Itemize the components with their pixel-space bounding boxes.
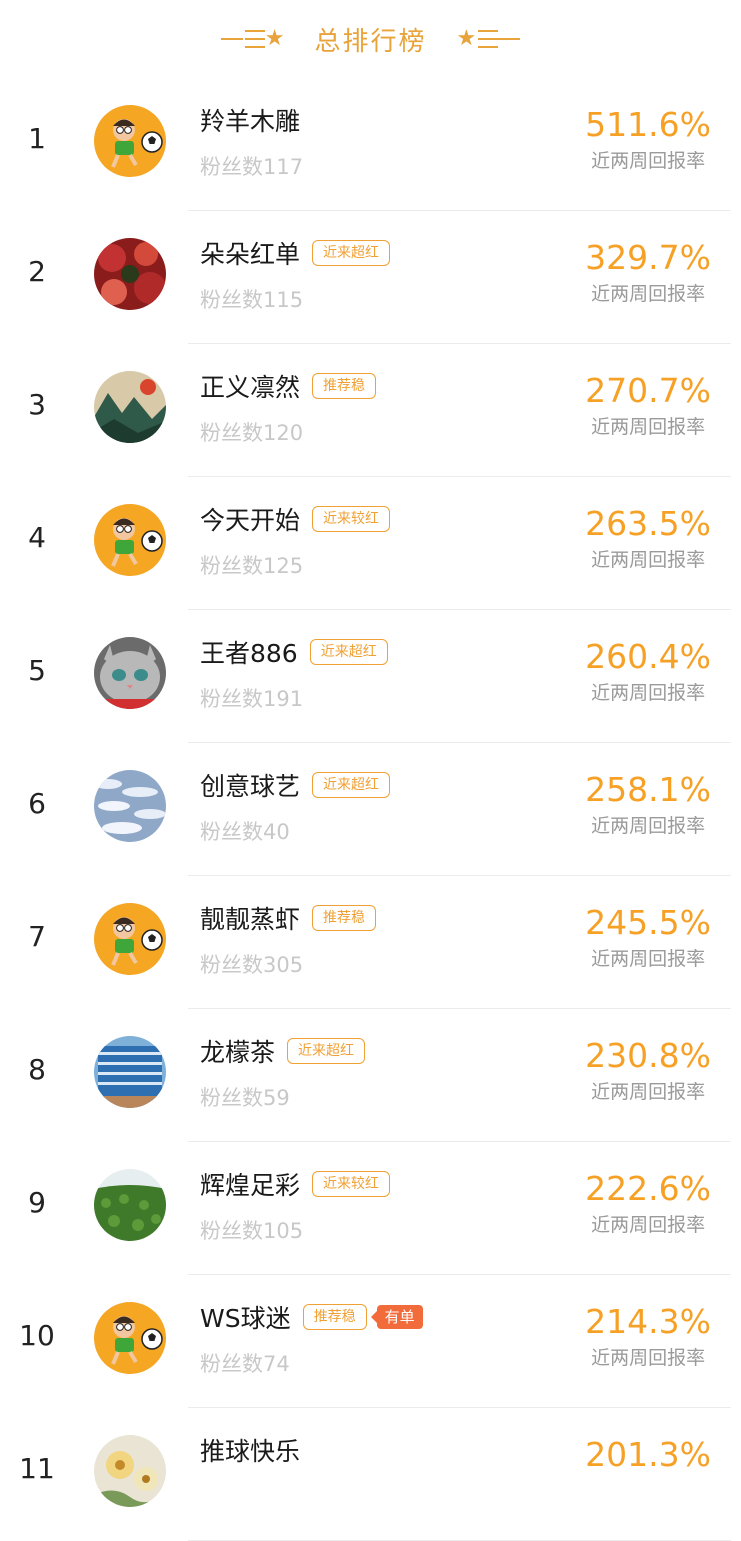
return-rate-label: 近两周回报率 [591, 283, 706, 305]
rank-number: 7 [28, 920, 46, 953]
ranking-row[interactable]: 4 今天开始 近来较红 粉丝数125 263.5% 近两周回报率 [0, 477, 741, 610]
rank-number: 1 [28, 122, 46, 155]
ranking-row[interactable]: 8 龙檬茶 近来超红 粉丝数59 230.8% 近两周回报率 [0, 1009, 741, 1142]
fans-count: 粉丝数125 [200, 554, 304, 578]
return-rate-label: 近两周回报率 [591, 150, 706, 172]
return-rate-value: 222.6% [585, 1169, 711, 1208]
ranking-row[interactable]: 1 羚羊木雕 粉丝数117 511.6% 近两周回报率 [0, 78, 741, 211]
status-tag: 近来超红 [287, 1038, 366, 1064]
user-name[interactable]: 靓靓蒸虾 [200, 900, 300, 936]
rank-number: 2 [28, 255, 46, 288]
fans-count: 粉丝数120 [200, 421, 304, 445]
user-name[interactable]: 王者886 [200, 634, 298, 670]
return-rate-label: 近两周回报率 [591, 948, 706, 970]
rank-number: 11 [19, 1452, 55, 1485]
avatar-soccer-kid[interactable] [94, 1302, 166, 1374]
return-rate-value: 258.1% [585, 770, 711, 809]
avatar-building[interactable] [94, 1036, 166, 1108]
rank-number: 3 [28, 388, 46, 421]
avatar-landscape[interactable] [94, 371, 166, 443]
return-rate-value: 201.3% [585, 1435, 711, 1474]
status-tag: 近来超红 [312, 240, 391, 266]
status-tag: 推荐稳 [312, 373, 377, 399]
user-name[interactable]: 羚羊木雕 [200, 102, 300, 138]
user-name[interactable]: 今天开始 [200, 501, 300, 537]
rank-number: 6 [28, 787, 46, 820]
return-rate-value: 263.5% [585, 504, 711, 543]
ranking-list: 1 羚羊木雕 粉丝数117 511.6% 近两周回报率 2 朵朵红单 近来超红 … [0, 78, 741, 1541]
ranking-row[interactable]: 6 创意球艺 近来超红 粉丝数40 258.1% 近两周回报率 [0, 743, 741, 876]
avatar-cat[interactable] [94, 637, 166, 709]
ranking-row[interactable]: 2 朵朵红单 近来超红 粉丝数115 329.7% 近两周回报率 [0, 211, 741, 344]
status-tag: 近来较红 [312, 506, 391, 532]
header-right-decoration: ★ [457, 27, 521, 51]
rank-number: 5 [28, 654, 46, 687]
avatar-soccer-kid[interactable] [94, 504, 166, 576]
fans-count: 粉丝数40 [200, 820, 290, 844]
user-name[interactable]: 创意球艺 [200, 767, 300, 803]
ranking-row[interactable]: 7 靓靓蒸虾 推荐稳 粉丝数305 245.5% 近两周回报率 [0, 876, 741, 1009]
return-rate-label: 近两周回报率 [591, 1081, 706, 1103]
fans-count: 粉丝数115 [200, 288, 304, 312]
return-rate-value: 329.7% [585, 238, 711, 277]
fans-count: 粉丝数105 [200, 1219, 304, 1243]
ranking-row[interactable]: 5 王者886 近来超红 粉丝数191 260.4% 近两周回报率 [0, 610, 741, 743]
return-rate-label: 近两周回报率 [591, 815, 706, 837]
return-rate-value: 511.6% [585, 105, 711, 144]
ranking-row[interactable]: 11 推球快乐 201.3% [0, 1408, 741, 1541]
return-rate-value: 245.5% [585, 903, 711, 942]
star-icon: ★ [456, 26, 477, 51]
user-name[interactable]: 龙檬茶 [200, 1033, 275, 1069]
user-name[interactable]: 朵朵红单 [200, 235, 300, 271]
fans-count: 粉丝数117 [200, 155, 304, 179]
header-left-decoration: ★ [220, 26, 285, 51]
return-rate-label: 近两周回报率 [591, 416, 706, 438]
page-title: 总排行榜 [314, 26, 427, 57]
return-rate-value: 270.7% [585, 371, 711, 410]
user-name[interactable]: 辉煌足彩 [200, 1166, 300, 1202]
rank-number: 10 [19, 1319, 55, 1352]
avatar-red-leaves[interactable] [94, 238, 166, 310]
user-name[interactable]: 正义凛然 [200, 368, 300, 404]
rank-number: 4 [28, 521, 46, 554]
status-tag: 近来超红 [309, 639, 388, 665]
return-rate-value: 214.3% [585, 1302, 711, 1341]
fans-count: 粉丝数191 [200, 687, 304, 711]
status-tag: 推荐稳 [312, 905, 377, 931]
user-name[interactable]: WS球迷 [200, 1299, 291, 1335]
star-icon: ★ [264, 26, 285, 51]
fans-count: 粉丝数59 [200, 1086, 290, 1110]
ranking-row[interactable]: 10 WS球迷 推荐稳 有单 粉丝数74 214.3% 近两周回报率 [0, 1275, 741, 1408]
status-tag: 推荐稳 [302, 1304, 367, 1330]
fans-count: 粉丝数305 [200, 953, 304, 977]
ranking-row[interactable]: 9 辉煌足彩 近来较红 粉丝数105 222.6% 近两周回报率 [0, 1142, 741, 1275]
user-name[interactable]: 推球快乐 [200, 1432, 300, 1468]
avatar-field[interactable] [94, 1169, 166, 1241]
has-order-badge: 有单 [370, 1305, 423, 1329]
return-rate-value: 260.4% [585, 637, 711, 676]
avatar-soccer-kid[interactable] [94, 903, 166, 975]
avatar-flowers[interactable] [94, 1435, 166, 1507]
header: ★ 总排行榜 ★ [0, 0, 741, 78]
return-rate-label: 近两周回报率 [591, 1214, 706, 1236]
rank-number: 9 [28, 1186, 46, 1219]
return-rate-label: 近两周回报率 [591, 1347, 706, 1369]
fans-count: 粉丝数74 [200, 1352, 290, 1376]
return-rate-label: 近两周回报率 [591, 549, 706, 571]
status-tag: 近来超红 [312, 772, 391, 798]
avatar-clouds[interactable] [94, 770, 166, 842]
status-tag: 近来较红 [312, 1171, 391, 1197]
ranking-row[interactable]: 3 正义凛然 推荐稳 粉丝数120 270.7% 近两周回报率 [0, 344, 741, 477]
rank-number: 8 [28, 1053, 46, 1086]
return-rate-label: 近两周回报率 [591, 682, 706, 704]
return-rate-value: 230.8% [585, 1036, 711, 1075]
avatar-soccer-kid[interactable] [94, 105, 166, 177]
